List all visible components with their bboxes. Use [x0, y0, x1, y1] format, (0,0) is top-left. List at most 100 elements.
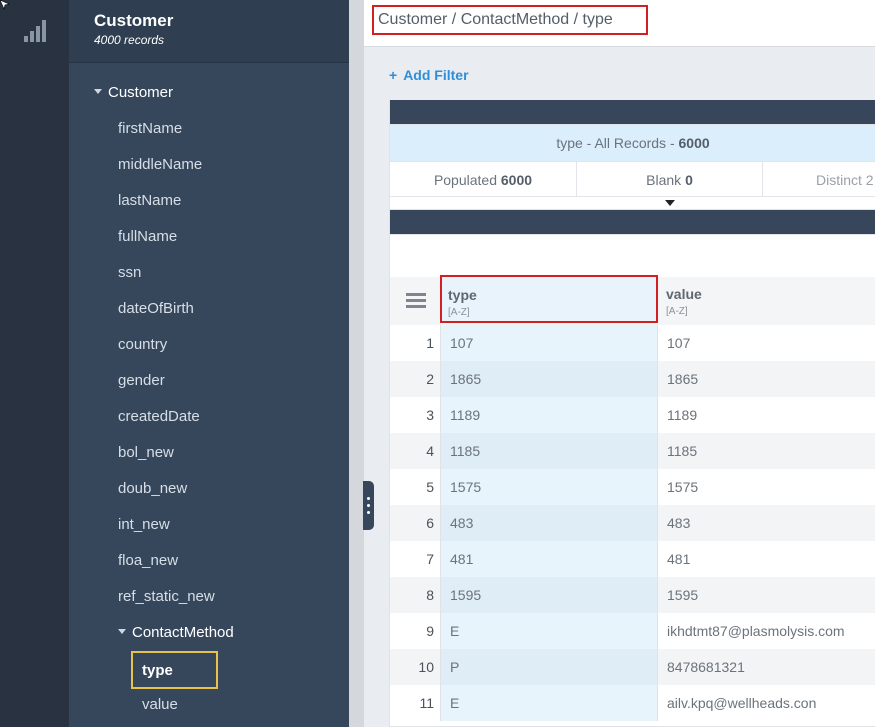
cell-type[interactable]: E: [440, 613, 658, 649]
cell-value[interactable]: ikhdtmt87@plasmolysis.com: [658, 613, 875, 649]
row-number: 6: [426, 515, 434, 531]
cell-value[interactable]: 483: [658, 505, 875, 541]
table-row[interactable]: 4 1185 1185: [390, 433, 875, 469]
tree-field-type-selected[interactable]: type: [131, 651, 218, 689]
tree-field-createdDate[interactable]: createdDate: [118, 408, 200, 425]
tree-field-fullName[interactable]: fullName: [118, 228, 177, 245]
cell-value[interactable]: 1185: [658, 433, 875, 469]
data-grid: value [A-Z] type [A-Z] 1 107 107 2 1865 1865 3…: [389, 234, 875, 727]
metric-blank[interactable]: Blank 0: [577, 161, 763, 197]
bar-chart-icon: [23, 20, 46, 42]
tree-field-ref_static_new[interactable]: ref_static_new: [118, 588, 215, 605]
profile-total: 6000: [678, 135, 710, 151]
sidebar-header: Customer 4000 records: [69, 0, 349, 63]
cell-type[interactable]: 1595: [440, 577, 658, 613]
table-row[interactable]: 2 1865 1865: [390, 361, 875, 397]
cell-value[interactable]: 1865: [658, 361, 875, 397]
tree-field-middleName[interactable]: middleName: [118, 156, 202, 173]
metric-label: Blank: [646, 172, 682, 188]
table-row[interactable]: 1 107 107: [390, 325, 875, 361]
metric-value: 6000: [500, 172, 533, 188]
record-count: 4000 records: [94, 33, 165, 47]
column-header-type[interactable]: type [A-Z]: [440, 275, 658, 323]
table-row[interactable]: 10 P 8478681321: [390, 649, 875, 685]
tree-field-value[interactable]: value: [142, 696, 178, 713]
tree-field-ssn[interactable]: ssn: [118, 264, 141, 281]
metric-value: 2: [865, 172, 874, 188]
cell-type[interactable]: 1575: [440, 469, 658, 505]
cell-type[interactable]: 1189: [440, 397, 658, 433]
table-row[interactable]: 8 1595 1595: [390, 577, 875, 613]
panel-splitter[interactable]: [349, 0, 364, 727]
column-header-value[interactable]: value [A-Z]: [658, 277, 875, 325]
cell-type[interactable]: 1865: [440, 361, 658, 397]
column-name: type: [448, 287, 477, 303]
schema-sidebar: Customer 4000 records Customer firstName…: [69, 0, 349, 727]
grid-toolbar: [390, 235, 875, 278]
column-menu-icon[interactable]: [406, 293, 426, 309]
metric-distinct[interactable]: Distinct 2: [763, 161, 875, 197]
tree-field-dateOfBirth[interactable]: dateOfBirth: [118, 300, 194, 317]
row-number: 4: [426, 443, 434, 459]
cell-value[interactable]: 1575: [658, 469, 875, 505]
tree-field-doub_new[interactable]: doub_new: [118, 480, 187, 497]
cell-type[interactable]: 1185: [440, 433, 658, 469]
cell-type[interactable]: 107: [440, 325, 658, 361]
tree-node-customer[interactable]: Customer: [94, 84, 173, 101]
analytics-nav-button[interactable]: [0, 0, 69, 62]
drag-dot: [367, 504, 370, 507]
table-row[interactable]: 9 Eikhdtmt87@plasmolysis.com: [390, 613, 875, 649]
metric-value: 0: [685, 172, 693, 188]
metric-label: Populated: [433, 172, 497, 188]
tree-field-lastName[interactable]: lastName: [118, 192, 181, 209]
icon-rail: [0, 0, 875, 727]
expand-down-icon[interactable]: [665, 200, 675, 206]
tree-node-contactmethod[interactable]: ContactMethod: [118, 624, 234, 641]
row-number: 1: [426, 335, 434, 351]
tree-field-bol_new[interactable]: bol_new: [118, 444, 174, 461]
tree-node-label: ContactMethod: [132, 624, 234, 641]
column-name: value: [666, 286, 702, 302]
cell-type[interactable]: 481: [440, 541, 658, 577]
table-row[interactable]: 6 483 483: [390, 505, 875, 541]
tree-field-floa_new[interactable]: floa_new: [118, 552, 178, 569]
tree-field-label: type: [142, 662, 173, 679]
splitter-handle[interactable]: [363, 481, 374, 530]
row-number: 10: [418, 659, 434, 675]
cell-type[interactable]: P: [440, 649, 658, 685]
tree-field-gender[interactable]: gender: [118, 372, 165, 389]
tree-field-firstName[interactable]: firstName: [118, 120, 182, 137]
table-row[interactable]: 5 1575 1575: [390, 469, 875, 505]
entity-title: Customer: [94, 11, 174, 30]
breadcrumb: Customer / ContactMethod / type: [372, 5, 648, 35]
row-number: 8: [426, 587, 434, 603]
row-number: 9: [426, 623, 434, 639]
tree-field-int_new[interactable]: int_new: [118, 516, 170, 533]
cell-type[interactable]: E: [440, 685, 658, 721]
cell-value[interactable]: ailv.kpq@wellheads.con: [658, 685, 875, 721]
profile-scope: All Records: [594, 135, 667, 151]
table-row[interactable]: 11 Eailv.kpq@wellheads.con: [390, 685, 875, 721]
table-row[interactable]: 3 1189 1189: [390, 397, 875, 433]
tree-field-country[interactable]: country: [118, 336, 167, 353]
cell-value[interactable]: 107: [658, 325, 875, 361]
cell-type[interactable]: 483: [440, 505, 658, 541]
row-number: 7: [426, 551, 434, 567]
cell-value[interactable]: 1189: [658, 397, 875, 433]
drag-dot: [367, 497, 370, 500]
column-sort: [A-Z]: [666, 306, 688, 317]
profile-field: type: [556, 135, 583, 151]
table-row[interactable]: 7 481 481: [390, 541, 875, 577]
column-sort: [A-Z]: [448, 307, 470, 318]
row-number: 3: [426, 407, 434, 423]
caret-down-icon: [118, 628, 126, 634]
add-filter-label: Add Filter: [403, 67, 469, 83]
metric-label: Distinct: [816, 172, 862, 188]
row-number: 2: [426, 371, 434, 387]
cell-value[interactable]: 1595: [658, 577, 875, 613]
metric-populated[interactable]: Populated 6000: [390, 161, 577, 197]
cell-value[interactable]: 481: [658, 541, 875, 577]
caret-down-icon: [94, 88, 102, 94]
cell-value[interactable]: 8478681321: [658, 649, 875, 685]
add-filter-button[interactable]: + Add Filter: [389, 67, 469, 83]
